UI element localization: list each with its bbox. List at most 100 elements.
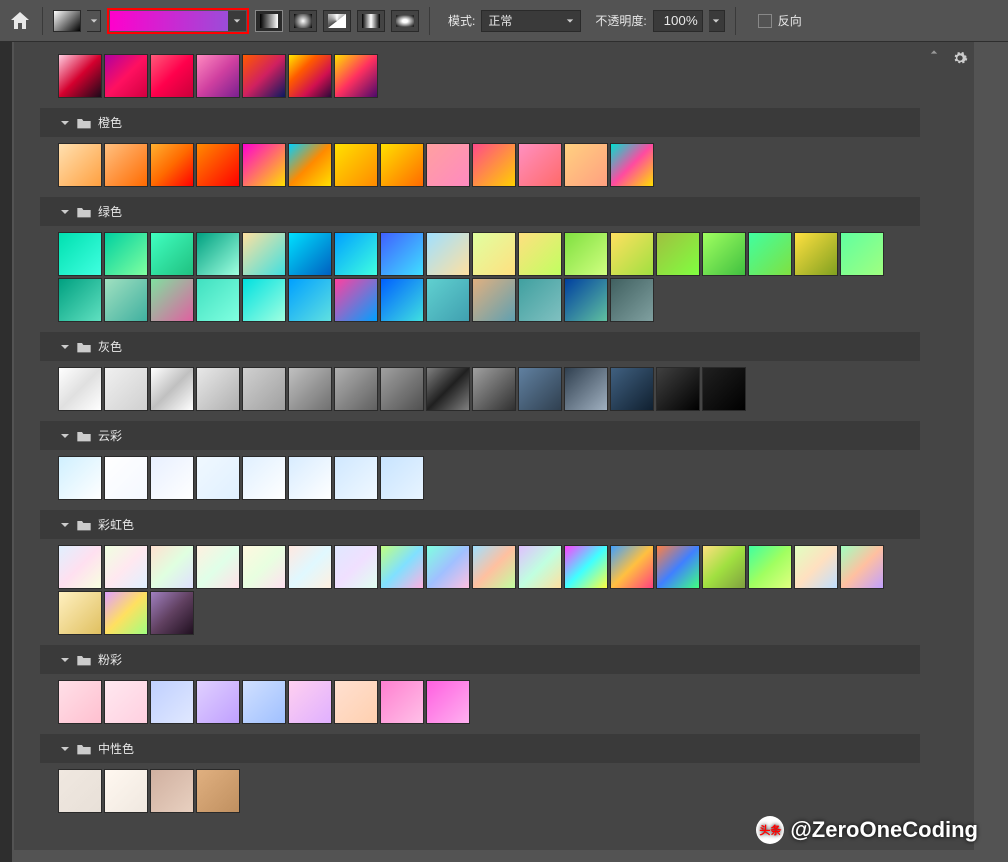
gradient-swatch[interactable] <box>150 278 194 322</box>
gradient-swatch[interactable] <box>426 278 470 322</box>
gradient-swatch[interactable] <box>610 143 654 187</box>
gradients-list[interactable]: 橙色绿色灰色云彩彩虹色粉彩中性色 <box>14 42 946 850</box>
gradient-type-angle[interactable] <box>323 10 351 32</box>
gradient-swatch[interactable] <box>242 367 286 411</box>
gradient-swatch[interactable] <box>196 54 240 98</box>
gradient-swatch[interactable] <box>610 232 654 276</box>
gradient-swatch[interactable] <box>104 769 148 813</box>
gradient-swatch[interactable] <box>104 143 148 187</box>
collapse-up-icon[interactable] <box>930 48 938 56</box>
gradient-swatch[interactable] <box>288 456 332 500</box>
gradient-swatch[interactable] <box>426 545 470 589</box>
gradient-swatch[interactable] <box>334 54 378 98</box>
gradient-swatch[interactable] <box>472 278 516 322</box>
gradient-swatch[interactable] <box>748 545 792 589</box>
gradient-swatch[interactable] <box>380 278 424 322</box>
gradient-swatch[interactable] <box>426 232 470 276</box>
gradient-swatch[interactable] <box>472 367 516 411</box>
gradient-swatch[interactable] <box>472 143 516 187</box>
gradient-swatch[interactable] <box>104 54 148 98</box>
folder-header[interactable]: 中性色 <box>40 734 920 763</box>
gradient-swatch[interactable] <box>288 545 332 589</box>
gradient-swatch[interactable] <box>242 680 286 724</box>
gradient-swatch[interactable] <box>334 545 378 589</box>
gradient-picker-dropdown[interactable] <box>228 11 246 31</box>
gradient-swatch[interactable] <box>150 232 194 276</box>
gradient-swatch[interactable] <box>334 456 378 500</box>
gradient-swatch[interactable] <box>196 456 240 500</box>
gradient-swatch[interactable] <box>242 545 286 589</box>
gradient-swatch[interactable] <box>196 769 240 813</box>
gradient-swatch[interactable] <box>58 456 102 500</box>
gradient-swatch[interactable] <box>564 278 608 322</box>
gradient-swatch[interactable] <box>656 545 700 589</box>
gradient-swatch[interactable] <box>702 367 746 411</box>
gradient-swatch[interactable] <box>242 143 286 187</box>
gradient-swatch[interactable] <box>58 769 102 813</box>
gradient-swatch[interactable] <box>564 545 608 589</box>
folder-header[interactable]: 云彩 <box>40 421 920 450</box>
gradient-swatch[interactable] <box>380 232 424 276</box>
gradient-swatch[interactable] <box>104 545 148 589</box>
gradient-swatch[interactable] <box>104 367 148 411</box>
gradient-swatch[interactable] <box>150 456 194 500</box>
gradient-swatch[interactable] <box>840 232 884 276</box>
gradient-swatch[interactable] <box>426 143 470 187</box>
gradient-swatch[interactable] <box>150 54 194 98</box>
gradient-swatch[interactable] <box>656 367 700 411</box>
gradient-swatch[interactable] <box>150 769 194 813</box>
gradient-swatch[interactable] <box>518 278 562 322</box>
gradient-swatch[interactable] <box>380 456 424 500</box>
gradient-swatch[interactable] <box>58 367 102 411</box>
gradient-swatch[interactable] <box>518 367 562 411</box>
gradient-swatch[interactable] <box>426 680 470 724</box>
gradient-swatch[interactable] <box>610 367 654 411</box>
gradient-swatch[interactable] <box>288 143 332 187</box>
gradient-swatch[interactable] <box>242 232 286 276</box>
gradient-swatch[interactable] <box>380 545 424 589</box>
gradient-swatch[interactable] <box>564 232 608 276</box>
gradient-swatch[interactable] <box>150 680 194 724</box>
gradient-swatch[interactable] <box>518 232 562 276</box>
gradient-swatch[interactable] <box>472 232 516 276</box>
gradient-swatch[interactable] <box>196 278 240 322</box>
gradient-swatch[interactable] <box>426 367 470 411</box>
tool-preset-dropdown[interactable] <box>87 10 101 32</box>
gradient-swatch[interactable] <box>794 545 838 589</box>
gradient-type-linear[interactable] <box>255 10 283 32</box>
gradient-swatch[interactable] <box>518 545 562 589</box>
gradient-swatch[interactable] <box>288 54 332 98</box>
gear-icon[interactable] <box>952 50 968 66</box>
gradient-swatch[interactable] <box>242 456 286 500</box>
gradient-swatch[interactable] <box>104 591 148 635</box>
gradient-swatch[interactable] <box>334 367 378 411</box>
reverse-checkbox[interactable] <box>758 14 772 28</box>
gradient-swatch[interactable] <box>610 278 654 322</box>
gradient-swatch[interactable] <box>794 232 838 276</box>
gradient-swatch[interactable] <box>196 545 240 589</box>
home-icon[interactable] <box>8 9 32 33</box>
gradient-swatch[interactable] <box>58 54 102 98</box>
gradient-swatch[interactable] <box>196 680 240 724</box>
gradient-swatch[interactable] <box>104 680 148 724</box>
gradient-swatch[interactable] <box>242 278 286 322</box>
gradient-swatch[interactable] <box>58 278 102 322</box>
gradient-swatch[interactable] <box>380 143 424 187</box>
tool-preset-well[interactable] <box>53 10 81 32</box>
gradient-swatch[interactable] <box>656 232 700 276</box>
gradient-swatch[interactable] <box>702 545 746 589</box>
gradient-preview[interactable] <box>110 11 228 31</box>
gradient-swatch[interactable] <box>334 143 378 187</box>
gradient-swatch[interactable] <box>380 680 424 724</box>
opacity-input[interactable] <box>653 10 703 32</box>
opacity-flyout[interactable] <box>709 10 725 32</box>
gradient-swatch[interactable] <box>58 232 102 276</box>
gradient-swatch[interactable] <box>150 545 194 589</box>
gradient-type-reflected[interactable] <box>357 10 385 32</box>
gradient-swatch[interactable] <box>288 367 332 411</box>
gradient-swatch[interactable] <box>58 591 102 635</box>
gradient-swatch[interactable] <box>840 545 884 589</box>
gradient-swatch[interactable] <box>104 232 148 276</box>
gradient-swatch[interactable] <box>564 143 608 187</box>
gradient-swatch[interactable] <box>150 143 194 187</box>
